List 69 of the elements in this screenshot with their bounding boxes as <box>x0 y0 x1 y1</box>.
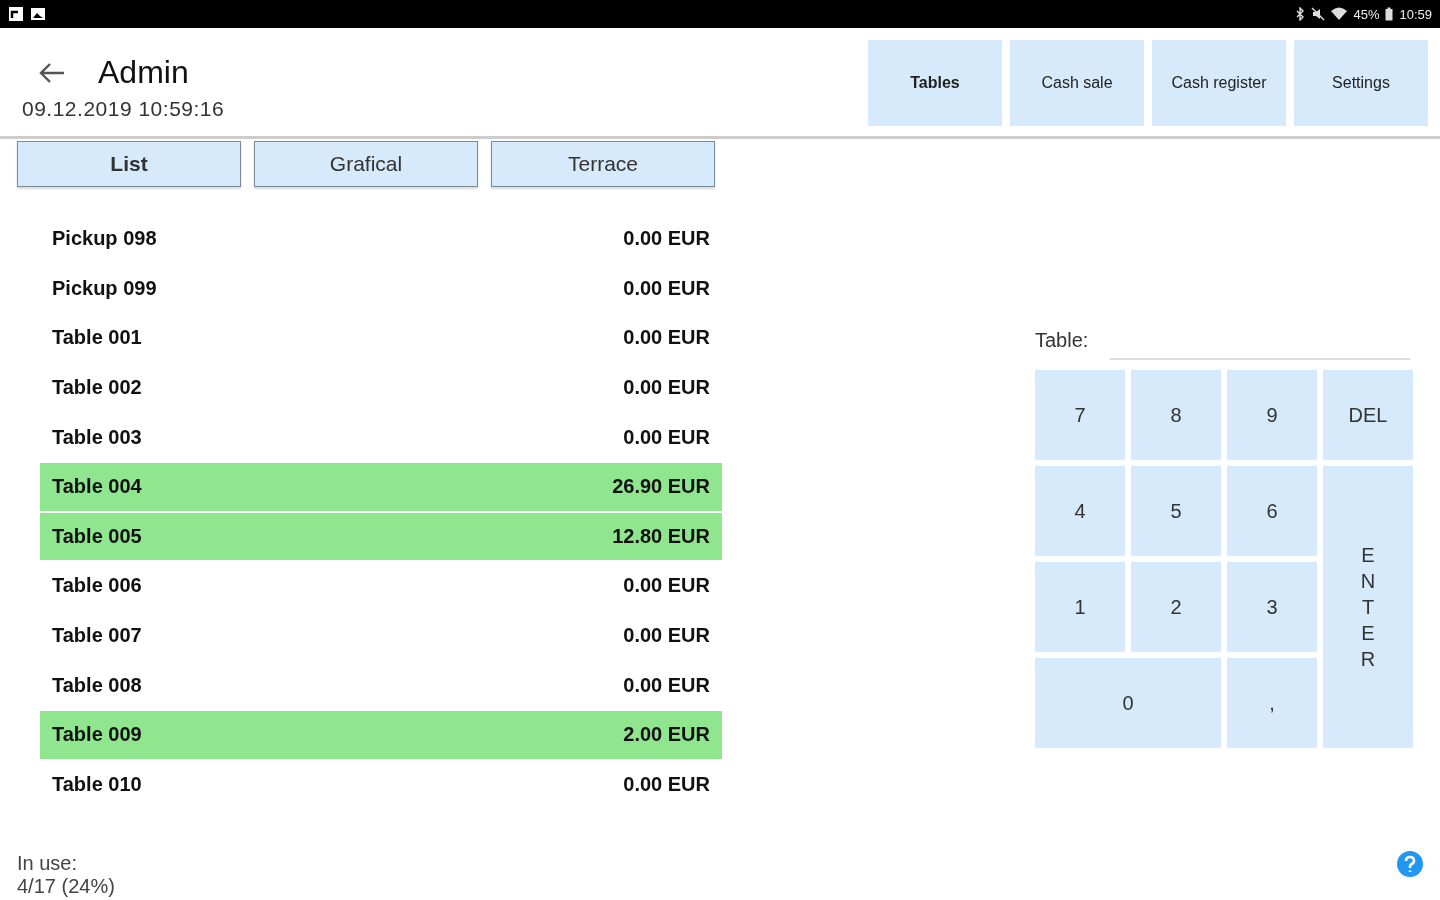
table-row[interactable]: Table 002 0.00 EUR <box>40 363 722 414</box>
keypad-key[interactable]: ENTER <box>1323 466 1413 748</box>
table-amount: 0.00 EUR <box>623 673 710 697</box>
keypad-key[interactable]: 5 <box>1131 466 1221 556</box>
battery-percent: 45% <box>1353 6 1380 22</box>
keypad-key[interactable]: 8 <box>1131 370 1221 460</box>
keypad-key[interactable]: 0 <box>1035 658 1221 748</box>
view-tab[interactable]: Grafical <box>254 141 478 187</box>
table-name: Table 009 <box>52 723 142 747</box>
battery-icon <box>1385 7 1394 21</box>
keypad-key[interactable]: 7 <box>1035 370 1125 460</box>
table-amount: 0.00 EUR <box>623 276 710 300</box>
table-name: Table 001 <box>52 326 142 350</box>
table-amount: 0.00 EUR <box>623 425 710 449</box>
table-amount: 0.00 EUR <box>623 624 710 648</box>
field-label: Table: <box>1035 329 1089 353</box>
table-row[interactable]: Table 006 0.00 EUR <box>40 562 722 612</box>
table-name: Table 005 <box>52 524 142 548</box>
table-row[interactable]: Table 007 0.00 EUR <box>40 611 722 662</box>
back-arrow-icon[interactable] <box>38 60 66 85</box>
table-amount: 26.90 EUR <box>612 475 710 499</box>
table-name: Table 004 <box>52 475 142 499</box>
keypad-key[interactable]: , <box>1227 658 1317 748</box>
usage-label: In use: <box>17 852 79 875</box>
nav-button[interactable]: Settings <box>1294 40 1428 126</box>
help-icon[interactable] <box>1396 850 1424 878</box>
table-row[interactable]: Pickup 099 0.00 EUR <box>40 264 722 315</box>
clock: 10:59 <box>1399 6 1432 22</box>
table-amount: 0.00 EUR <box>623 772 710 796</box>
table-name: Pickup 099 <box>52 276 157 300</box>
usage-value: 4/17 (24%) <box>17 875 116 898</box>
table-amount: 0.00 EUR <box>623 326 710 350</box>
keypad-key[interactable]: 4 <box>1035 466 1125 556</box>
date-time: 09.12.2019 10:59:16 <box>22 97 225 121</box>
nav-button[interactable]: Tables <box>868 40 1002 126</box>
keypad-key[interactable]: 9 <box>1227 370 1317 460</box>
table-amount: 12.80 EUR <box>612 524 710 548</box>
notification-icon <box>8 6 24 22</box>
table-name: Table 006 <box>52 574 142 598</box>
keypad-key[interactable]: 3 <box>1227 562 1317 652</box>
table-row[interactable]: Pickup 098 0.00 EUR <box>40 215 722 265</box>
table-name: Table 008 <box>52 673 142 697</box>
wifi-icon <box>1331 7 1348 21</box>
mute-icon <box>1311 7 1326 21</box>
keypad-key[interactable]: 6 <box>1227 466 1317 556</box>
table-amount: 0.00 EUR <box>623 574 710 598</box>
table-name: Table 007 <box>52 624 142 648</box>
image-icon <box>30 6 46 22</box>
view-tab[interactable]: List <box>17 141 241 187</box>
table-name: Table 010 <box>52 772 142 796</box>
table-name: Pickup 098 <box>52 227 157 251</box>
table-name: Table 003 <box>52 425 142 449</box>
keypad-key[interactable]: 2 <box>1131 562 1221 652</box>
table-row[interactable]: Table 001 0.00 EUR <box>40 314 722 364</box>
table-name: Table 002 <box>52 376 142 400</box>
page-title: Admin <box>98 54 189 91</box>
table-amount: 0.00 EUR <box>623 376 710 400</box>
view-tab[interactable]: Terrace <box>491 141 715 187</box>
keypad-key[interactable]: 1 <box>1035 562 1125 652</box>
keypad-key[interactable]: DEL <box>1323 370 1413 460</box>
table-row[interactable]: Table 009 2.00 EUR <box>40 710 722 761</box>
table-row[interactable]: Table 005 12.80 EUR <box>40 512 722 563</box>
bluetooth-icon <box>1295 7 1306 21</box>
table-amount: 2.00 EUR <box>623 723 710 747</box>
table-amount: 0.00 EUR <box>623 227 710 251</box>
nav-button[interactable]: Cash sale <box>1010 40 1144 126</box>
nav-button[interactable]: Cash register <box>1152 40 1286 126</box>
table-row[interactable]: Table 010 0.00 EUR <box>40 760 722 811</box>
table-row[interactable]: Table 004 26.90 EUR <box>40 462 722 513</box>
